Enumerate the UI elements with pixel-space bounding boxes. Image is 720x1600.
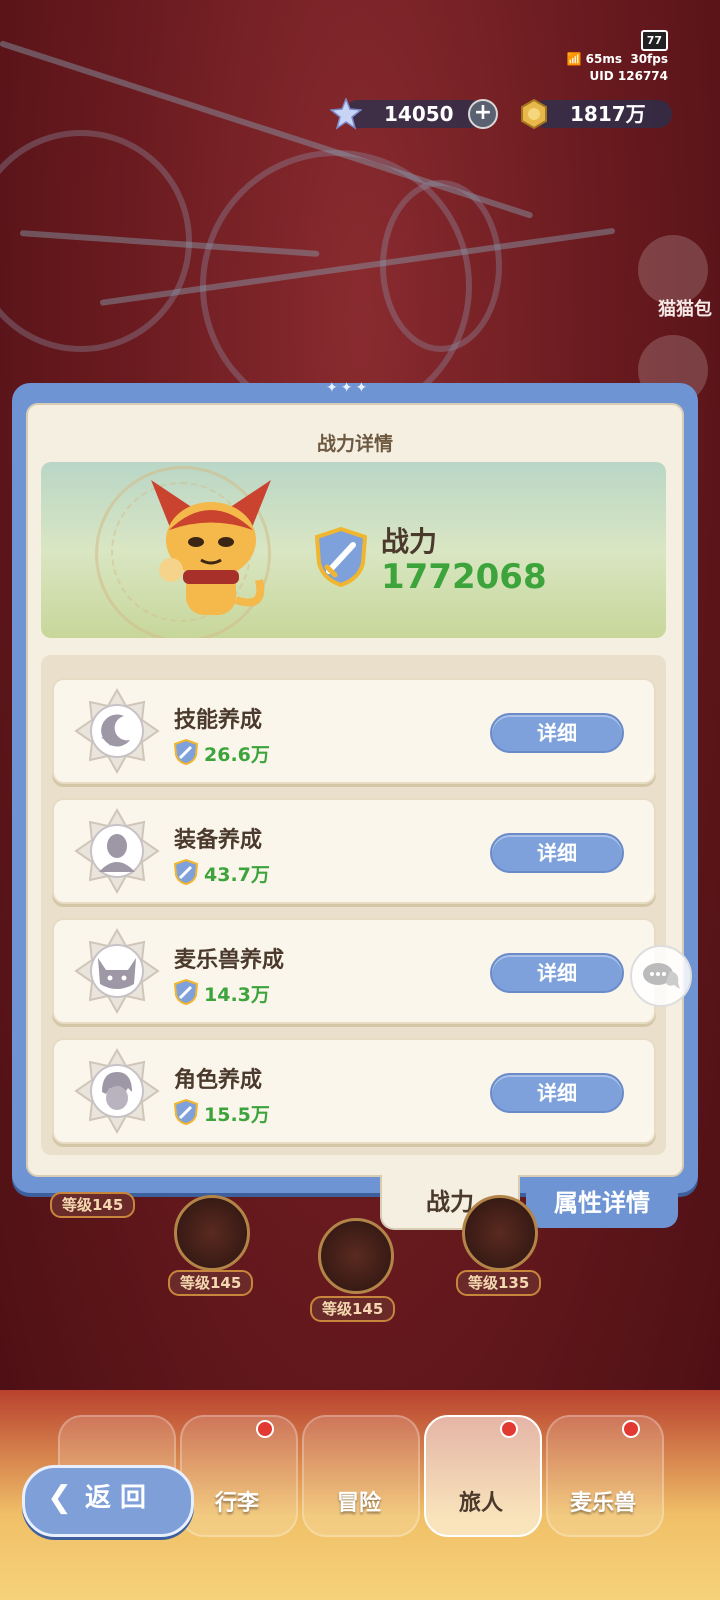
power-shield-icon xyxy=(174,859,198,885)
star-currency: 14050 + xyxy=(330,98,498,130)
item-power-value: 14.3万 xyxy=(204,984,270,1006)
level-badge: 等级145 xyxy=(310,1296,396,1322)
panel-title: 战力详情 xyxy=(316,433,393,455)
moon-star-icon xyxy=(74,688,160,774)
skill-orb[interactable] xyxy=(462,1195,538,1271)
notification-dot xyxy=(256,1420,274,1438)
nav-label: 冒险 xyxy=(336,1491,381,1516)
status-readout: 77 📶 65ms 30fps UID 126774 xyxy=(566,30,668,85)
item-power-value: 15.5万 xyxy=(204,1104,270,1126)
equipment-icon xyxy=(74,808,160,894)
gold-currency: 1817万 xyxy=(521,98,672,130)
item-name: 角色养成 xyxy=(174,1068,263,1093)
add-currency-button[interactable]: + xyxy=(468,99,498,129)
power-shield-icon xyxy=(315,527,367,587)
fps-text: 30fps xyxy=(630,52,668,66)
cat-bag-label: 猫猫包 xyxy=(658,299,712,320)
power-shield-icon xyxy=(174,979,198,1005)
power-label: 战力 xyxy=(381,525,438,558)
chat-button[interactable] xyxy=(630,945,692,1007)
power-shield-icon xyxy=(174,1099,198,1125)
nav-label: 麦乐兽 xyxy=(569,1491,636,1516)
star-crystal-icon xyxy=(330,98,362,130)
level-badge: 等级145 xyxy=(50,1192,136,1218)
gold-coin-icon xyxy=(521,98,547,130)
nav-item-luggage[interactable] xyxy=(180,1415,298,1537)
power-value: 1772068 xyxy=(381,557,547,597)
notification-dot xyxy=(500,1420,518,1438)
character-detail-button[interactable]: 详细 xyxy=(490,1073,624,1113)
power-hero-banner: 战力 1772068 xyxy=(41,462,666,638)
beast-icon xyxy=(74,928,160,1014)
power-shield-icon xyxy=(174,739,198,765)
back-arrow-icon: ❮ xyxy=(47,1480,73,1515)
wifi-icon: 📶 xyxy=(566,52,582,66)
equipment-detail-button[interactable]: 详细 xyxy=(490,833,624,873)
nav-label: 行李 xyxy=(214,1491,259,1516)
item-power-value: 26.6万 xyxy=(204,744,270,766)
list-item-beast: 麦乐兽养成 14.3万 详细 xyxy=(52,918,656,1024)
back-button[interactable]: ❮ 返 回 xyxy=(22,1465,194,1537)
panel-content: 战力详情 战力 1772068 技能养成 26.6万 详细 装备养成 43.7万… xyxy=(26,403,684,1177)
level-badge: 等级145 xyxy=(168,1270,254,1296)
level-badge: 等级135 xyxy=(456,1270,542,1296)
nav-label: 旅人 xyxy=(458,1491,503,1516)
item-name: 麦乐兽养成 xyxy=(174,948,285,973)
nav-item-adventure[interactable] xyxy=(302,1415,420,1537)
item-name: 装备养成 xyxy=(174,828,263,853)
nav-item-beast[interactable] xyxy=(546,1415,664,1537)
beast-detail-button[interactable]: 详细 xyxy=(490,953,624,993)
item-name: 技能养成 xyxy=(174,708,263,733)
gold-count: 1817万 xyxy=(570,102,646,126)
list-item-character: 角色养成 15.5万 详细 xyxy=(52,1038,656,1144)
character-icon xyxy=(74,1048,160,1134)
battery-indicator: 77 xyxy=(640,30,668,51)
tab-attribute-details[interactable]: 属性详情 xyxy=(526,1180,678,1228)
skill-orb[interactable] xyxy=(174,1195,250,1271)
panel-star-deco: ✦✦✦ xyxy=(326,380,371,396)
chat-icon xyxy=(643,963,680,989)
power-detail-panel: ✦✦✦ 战力详情 战力 1772068 技能养成 26.6万 详细 装备养成 4… xyxy=(12,380,698,1193)
nav-item-traveler[interactable] xyxy=(424,1415,542,1537)
ping-text: 65ms xyxy=(585,52,622,66)
cat-character-illustration xyxy=(151,480,271,615)
back-label: 返 回 xyxy=(85,1483,147,1513)
skill-detail-button[interactable]: 详细 xyxy=(490,713,624,753)
skill-orb[interactable] xyxy=(318,1218,394,1294)
item-power-value: 43.7万 xyxy=(204,864,270,886)
uid-text: UID 126774 xyxy=(589,69,668,83)
list-item-skill: 技能养成 26.6万 详细 xyxy=(52,678,656,784)
list-item-equipment: 装备养成 43.7万 详细 xyxy=(52,798,656,904)
notification-dot xyxy=(622,1420,640,1438)
star-count: 14050 xyxy=(384,102,454,126)
